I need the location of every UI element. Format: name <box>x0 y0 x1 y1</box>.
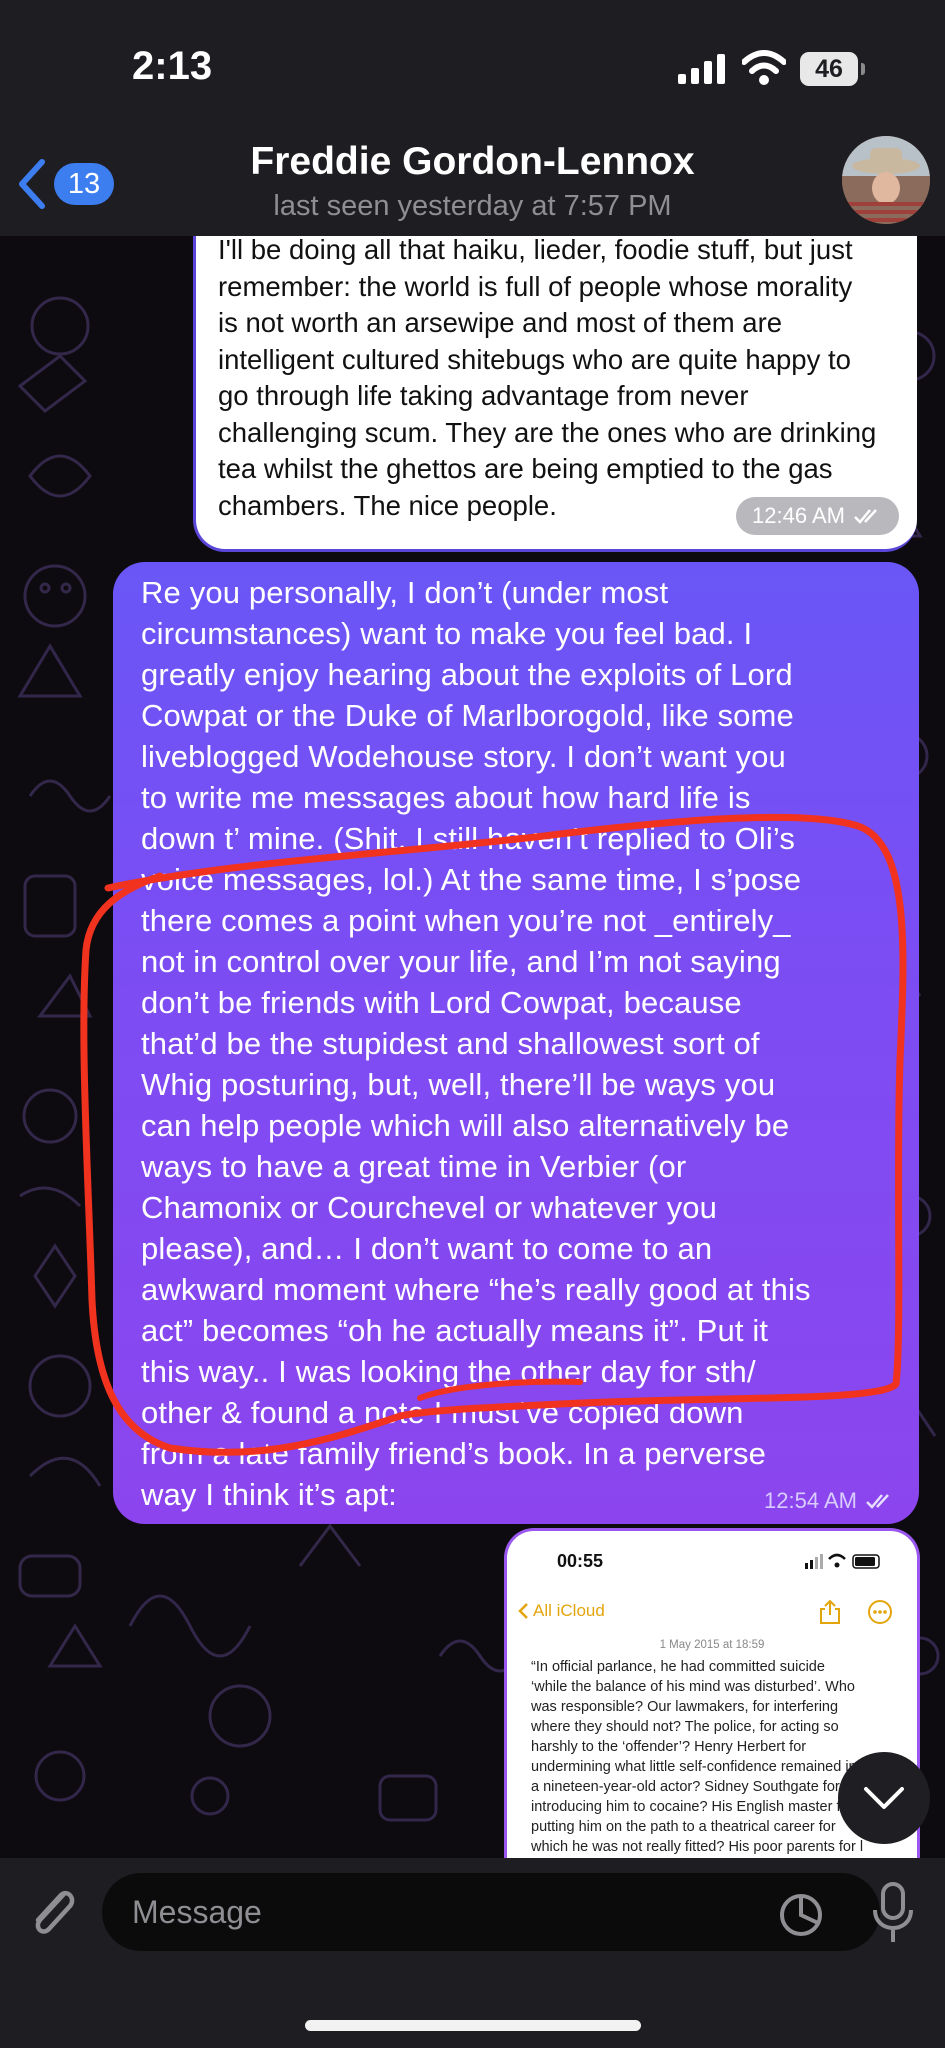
microphone-icon[interactable] <box>872 1882 914 1944</box>
screenshot-note-date: 1 May 2015 at 18:59 <box>659 1639 765 1651</box>
more-options-icon <box>868 1600 892 1624</box>
message-meta: 12:46 AM <box>736 497 899 535</box>
home-indicator <box>305 2020 641 2031</box>
chevron-left-icon <box>518 1603 528 1619</box>
chevron-down-icon <box>864 1787 904 1809</box>
screenshot-back-label: All iCloud <box>533 1601 605 1620</box>
avatar[interactable] <box>842 136 930 224</box>
chat-title[interactable]: Freddie Gordon-Lennox <box>0 140 945 184</box>
message-composer <box>0 1858 945 2048</box>
double-check-icon <box>854 509 877 524</box>
message-time: 12:54 AM <box>764 1488 857 1513</box>
last-seen-status: last seen yesterday at 7:57 PM <box>273 190 672 222</box>
battery-indicator: 46 <box>800 52 858 86</box>
chat-header: 2:13 46 13 Freddie Gordon-Lennox last se… <box>0 0 945 236</box>
share-icon <box>820 1599 840 1624</box>
outgoing-message-bubble[interactable]: Re you personally, I don’t (under most c… <box>113 562 919 1524</box>
status-time: 2:13 <box>132 44 213 88</box>
double-check-icon <box>866 1494 889 1509</box>
sticker-icon[interactable] <box>778 1892 824 1938</box>
message-meta: 12:54 AM <box>764 1488 895 1514</box>
message-time: 12:46 AM <box>752 503 845 528</box>
paperclip-icon[interactable] <box>26 1880 80 1942</box>
screenshot-status-icons <box>805 1553 880 1569</box>
screenshot-time: 00:55 <box>557 1551 604 1571</box>
cellular-signal-icon <box>678 54 725 84</box>
screenshot-back-link: All iCloud <box>517 1601 605 1621</box>
wifi-icon <box>742 50 786 85</box>
incoming-message-bubble[interactable]: I'll be doing all that haiku, lieder, fo… <box>193 226 917 552</box>
battery-cap <box>861 63 865 75</box>
message-input[interactable] <box>102 1873 880 1951</box>
message-text: I'll be doing all that haiku, lieder, fo… <box>218 234 877 521</box>
scroll-to-bottom-button[interactable] <box>838 1752 930 1844</box>
message-text: Re you personally, I don’t (under most c… <box>141 575 811 1512</box>
avatar-photo <box>842 136 930 224</box>
